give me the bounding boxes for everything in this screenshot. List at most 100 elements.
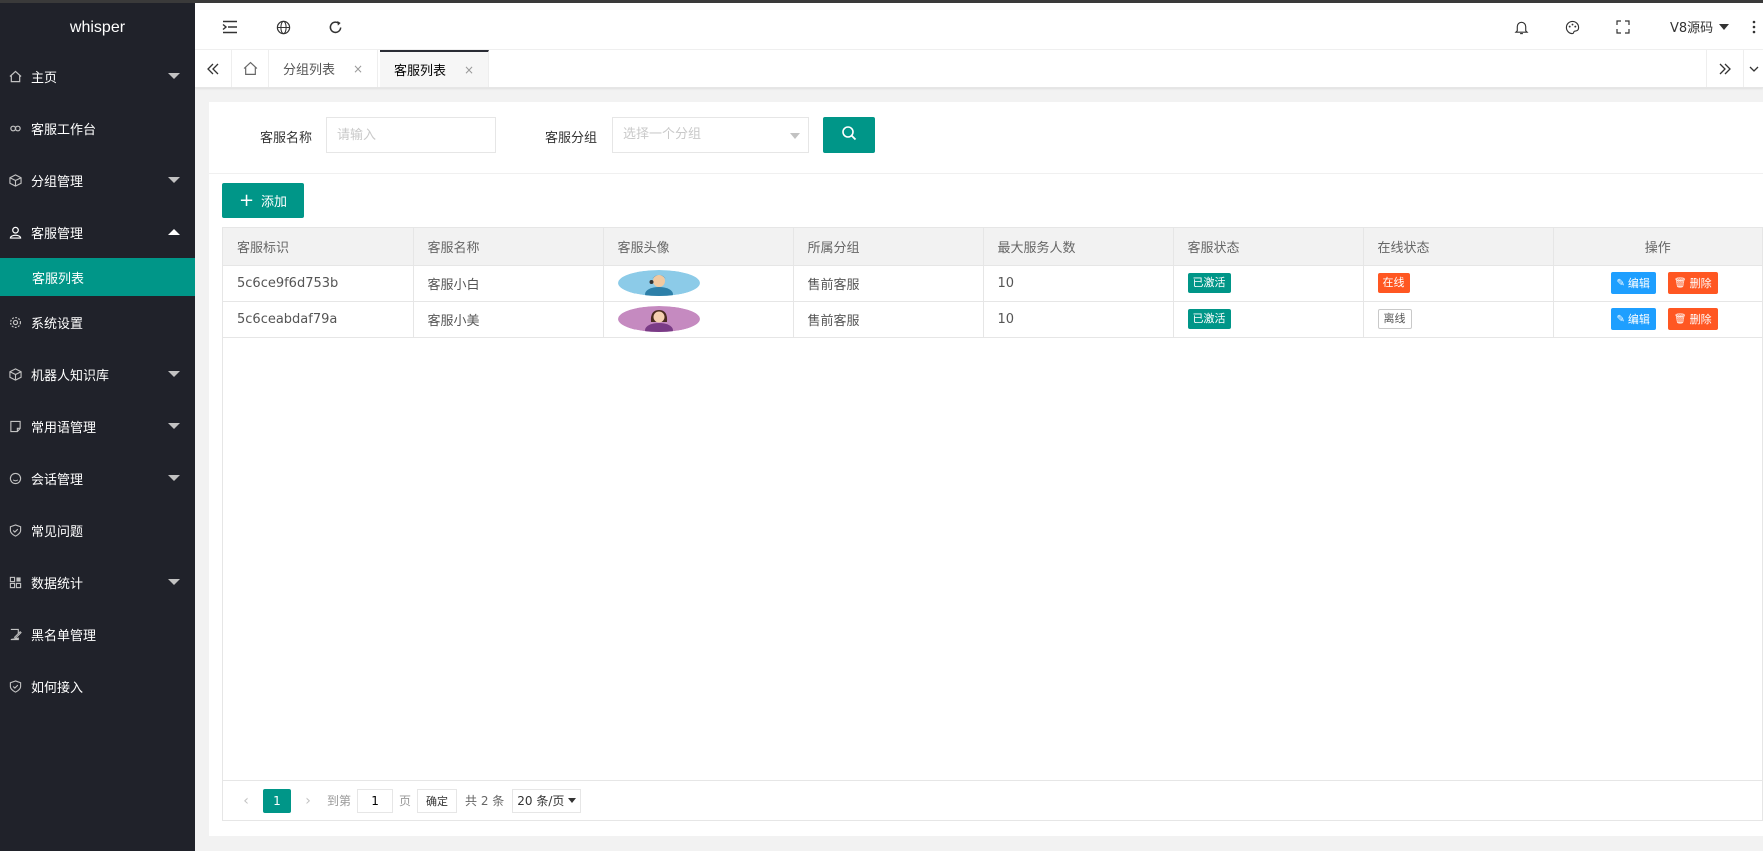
delete-button[interactable]: 🗑 删除 bbox=[1667, 272, 1718, 294]
trash-icon: 🗑 bbox=[1673, 277, 1687, 289]
table-row: 5c6ce9f6d753b 客服小白 售前客服 10 已激活 在线 ✎ 编辑 🗑… bbox=[223, 265, 1762, 302]
next-page-icon[interactable]: › bbox=[295, 788, 321, 814]
tabs-bar: 分组列表 × 客服列表 × bbox=[195, 50, 1763, 88]
delete-label: 删除 bbox=[1689, 313, 1712, 326]
agent-group-cell: 售前客服 bbox=[793, 265, 984, 302]
sidebar-subitem-agent-list[interactable]: 客服列表 bbox=[0, 258, 195, 296]
tab-agent-list[interactable]: 客服列表 × bbox=[380, 50, 490, 87]
pencil-icon: ✎ bbox=[1616, 277, 1625, 289]
user-menu[interactable]: V8源码 bbox=[1670, 17, 1730, 36]
agent-max-cell: 10 bbox=[983, 265, 1174, 302]
grid-icon bbox=[8, 575, 22, 589]
tabs-scroll-left-icon[interactable] bbox=[195, 50, 232, 87]
tab-group-list[interactable]: 分组列表 × bbox=[269, 50, 379, 87]
goto-confirm-button[interactable]: 确定 bbox=[417, 788, 458, 813]
tabs-scroll-right-icon[interactable] bbox=[1706, 50, 1743, 87]
sidebar-item-settings[interactable]: 系统设置 bbox=[0, 296, 195, 348]
edit-label: 编辑 bbox=[1627, 277, 1650, 290]
chevron-down-icon bbox=[168, 475, 180, 481]
link-icon bbox=[8, 121, 22, 135]
sidebar-item-integration[interactable]: 如何接入 bbox=[0, 660, 195, 712]
palette-icon[interactable] bbox=[1562, 17, 1582, 37]
sidebar-item-workbench[interactable]: 客服工作台 bbox=[0, 102, 195, 154]
status-badge: 已激活 bbox=[1187, 309, 1231, 329]
sidebar-item-stats[interactable]: 数据统计 bbox=[0, 556, 195, 608]
chevron-up-icon bbox=[168, 229, 180, 235]
delete-button[interactable]: 🗑 删除 bbox=[1667, 308, 1718, 330]
page-size-select[interactable]: 20 条/页 bbox=[512, 788, 582, 813]
edit-button[interactable]: ✎ 编辑 bbox=[1610, 272, 1656, 294]
fullscreen-icon[interactable] bbox=[1613, 17, 1633, 37]
tab-label: 客服列表 bbox=[394, 64, 447, 79]
column-header: 客服状态 bbox=[1173, 228, 1364, 266]
goto-prefix: 到第 bbox=[327, 794, 352, 808]
current-page-button[interactable]: 1 bbox=[263, 788, 291, 813]
sidebar-item-home[interactable]: 主页 bbox=[0, 50, 195, 102]
sidebar-item-agents[interactable]: 客服管理 bbox=[0, 206, 195, 258]
sidebar-item-groups[interactable]: 分组管理 bbox=[0, 154, 195, 206]
menu-fold-icon[interactable] bbox=[220, 17, 240, 37]
search-icon bbox=[841, 125, 857, 145]
sidebar-item-blacklist[interactable]: 黑名单管理 bbox=[0, 608, 195, 660]
agent-online-cell: 离线 bbox=[1363, 301, 1554, 338]
sidebar-item-label: 会话管理 bbox=[31, 472, 84, 488]
actions-cell: ✎ 编辑 🗑 删除 bbox=[1553, 265, 1762, 302]
top-header: V8源码 bbox=[195, 0, 1763, 50]
edit-label: 编辑 bbox=[1627, 313, 1650, 326]
column-header: 客服名称 bbox=[413, 228, 604, 266]
agent-name-input[interactable] bbox=[326, 117, 496, 153]
globe-icon[interactable] bbox=[273, 17, 293, 37]
chevron-down-icon bbox=[168, 73, 180, 79]
search-form: 客服名称 客服分组 选择一个分组 bbox=[209, 102, 1763, 174]
agent-group-label: 客服分组 bbox=[545, 131, 598, 146]
agent-name-cell: 客服小白 bbox=[413, 265, 604, 302]
sidebar-item-phrases[interactable]: 常用语管理 bbox=[0, 400, 195, 452]
note-icon bbox=[8, 419, 22, 433]
sidebar-item-label: 机器人知识库 bbox=[31, 368, 110, 384]
bell-icon[interactable] bbox=[1511, 17, 1531, 37]
add-agent-button[interactable]: + 添加 bbox=[222, 183, 304, 218]
goto-suffix: 页 bbox=[399, 794, 412, 808]
column-header: 客服标识 bbox=[223, 228, 414, 266]
cube-icon bbox=[8, 173, 22, 187]
chevron-down-icon bbox=[168, 371, 180, 377]
more-vertical-icon[interactable] bbox=[1748, 17, 1760, 37]
chevron-down-icon bbox=[168, 579, 180, 585]
column-header: 最大服务人数 bbox=[983, 228, 1174, 266]
sidebar-item-robot-kb[interactable]: 机器人知识库 bbox=[0, 348, 195, 400]
edit-button[interactable]: ✎ 编辑 bbox=[1610, 308, 1656, 330]
gear-icon bbox=[8, 315, 22, 329]
cube-icon bbox=[8, 367, 22, 381]
search-button[interactable] bbox=[823, 117, 875, 153]
tab-home-icon[interactable] bbox=[232, 50, 269, 87]
sidebar-item-label: 客服工作台 bbox=[31, 122, 97, 138]
goto-page-input[interactable] bbox=[357, 788, 394, 813]
plus-icon: + bbox=[238, 189, 255, 211]
agent-table: 客服标识 客服名称 客服头像 所属分组 最大服务人数 客服状态 在线状态 操作 … bbox=[222, 227, 1763, 821]
agent-online-cell: 在线 bbox=[1363, 265, 1554, 302]
sidebar-item-label: 主页 bbox=[31, 70, 58, 86]
table-row: 5c6ceabdaf79a 客服小美 售前客服 10 已激活 离线 ✎ 编辑 🗑… bbox=[223, 301, 1762, 338]
add-button-label: 添加 bbox=[261, 195, 288, 210]
sidebar-item-sessions[interactable]: 会话管理 bbox=[0, 452, 195, 504]
close-icon[interactable]: × bbox=[464, 63, 474, 77]
edit-icon bbox=[8, 627, 22, 641]
agent-group-select[interactable]: 选择一个分组 bbox=[612, 117, 809, 153]
agent-max-cell: 10 bbox=[983, 301, 1174, 338]
agent-status-cell: 已激活 bbox=[1173, 301, 1364, 338]
prev-page-icon[interactable]: ‹ bbox=[233, 788, 259, 814]
column-header: 操作 bbox=[1553, 228, 1762, 266]
select-placeholder: 选择一个分组 bbox=[623, 127, 702, 142]
sidebar-item-label: 常用语管理 bbox=[31, 420, 97, 436]
close-icon[interactable]: × bbox=[353, 62, 363, 76]
chevron-down-icon bbox=[1719, 23, 1730, 30]
status-badge: 已激活 bbox=[1187, 273, 1231, 293]
tabs-menu-chevron-icon[interactable] bbox=[1743, 50, 1763, 87]
sidebar-item-label: 客服管理 bbox=[31, 226, 84, 242]
sidebar-item-faq[interactable]: 常见问题 bbox=[0, 504, 195, 556]
agent-avatar-cell bbox=[603, 265, 794, 302]
male-avatar bbox=[617, 270, 700, 296]
refresh-icon[interactable] bbox=[325, 17, 345, 37]
sidebar-item-label: 常见问题 bbox=[31, 524, 84, 540]
column-header: 所属分组 bbox=[793, 228, 984, 266]
